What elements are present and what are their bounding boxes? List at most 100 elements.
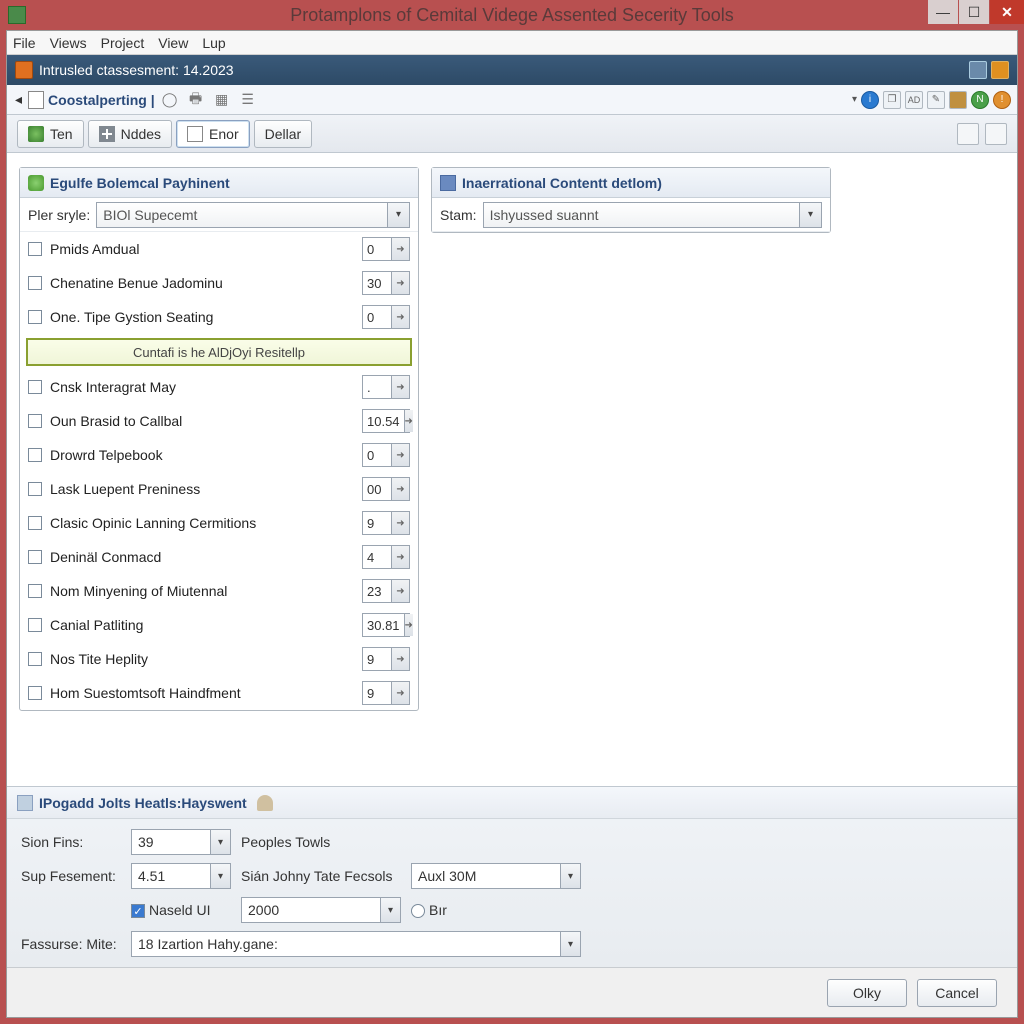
checkbox-icon[interactable] [28, 618, 42, 632]
cancel-button[interactable]: Cancel [917, 979, 997, 1007]
aux-combo[interactable]: Auxl 30M▾ [411, 863, 581, 889]
checkbox-icon[interactable] [28, 516, 42, 530]
menu-project[interactable]: Project [101, 35, 145, 51]
spinner-arrow-icon[interactable]: ➜ [391, 444, 409, 466]
bluestrip-btn-1[interactable] [969, 61, 987, 79]
spinner-arrow-icon[interactable]: ➜ [404, 410, 413, 432]
naseld-checkbox-wrap[interactable]: ✓Naseld UI [131, 902, 231, 918]
chevron-down-icon[interactable]: ▾ [210, 830, 230, 854]
naseld-combo[interactable]: 2000▾ [241, 897, 401, 923]
sip-label: Sup Fesement: [21, 868, 121, 884]
item-spinner[interactable]: 0➜ [362, 305, 410, 329]
crumb-tool-4[interactable]: ☰ [237, 89, 259, 111]
spinner-arrow-icon[interactable]: ➜ [391, 648, 409, 670]
stam-combo[interactable]: Ishyussed suannt ▾ [483, 202, 822, 228]
style-combo[interactable]: BIOl Supecemt ▾ [96, 202, 410, 228]
bottom-form: Sion Fins: 39▾ Peoples Towls Sup Fesemen… [7, 819, 1017, 967]
page-icon[interactable]: ❐ [883, 91, 901, 109]
ad-icon[interactable]: AD [905, 91, 923, 109]
menubar: File Views Project View Lup [7, 31, 1017, 55]
green-status-icon[interactable]: N [971, 91, 989, 109]
radio-icon[interactable] [411, 904, 425, 918]
item-spinner[interactable]: 0➜ [362, 237, 410, 261]
checkbox-icon[interactable]: ✓ [131, 904, 145, 918]
chevron-down-icon[interactable]: ▾ [799, 203, 821, 227]
item-spinner[interactable]: 23➜ [362, 579, 410, 603]
checkbox-icon[interactable] [28, 686, 42, 700]
style-value: BIOl Supecemt [103, 207, 197, 223]
spinner-arrow-icon[interactable]: ➜ [391, 580, 409, 602]
tabbar-tool-1[interactable] [957, 123, 979, 145]
minimize-button[interactable]: — [928, 0, 958, 24]
checkbox-icon[interactable] [28, 652, 42, 666]
item-value: 4 [363, 550, 391, 565]
crumb-tool-3[interactable]: ▦ [211, 89, 233, 111]
spinner-arrow-icon[interactable]: ➜ [391, 272, 409, 294]
item-spinner[interactable]: 9➜ [362, 681, 410, 705]
item-spinner[interactable]: 9➜ [362, 647, 410, 671]
checkbox-icon[interactable] [28, 414, 42, 428]
sip-combo[interactable]: 4.51▾ [131, 863, 231, 889]
item-spinner[interactable]: .➜ [362, 375, 410, 399]
menu-view[interactable]: View [158, 35, 188, 51]
checkbox-icon[interactable] [28, 482, 42, 496]
checkbox-icon[interactable] [28, 276, 42, 290]
list-item: Hom Suestomtsoft Haindfment9➜ [20, 676, 418, 710]
close-button[interactable]: ✕ [990, 0, 1024, 24]
checkbox-icon[interactable] [28, 310, 42, 324]
spinner-arrow-icon[interactable]: ➜ [391, 512, 409, 534]
chevron-down-icon[interactable]: ▾ [380, 898, 400, 922]
left-panel-title: Egulfe Bolemcal Payhinent [50, 175, 230, 191]
highlight-row[interactable]: Cuntafi is he AlDjOyi Resitellp [26, 338, 412, 366]
chevron-down-icon[interactable]: ▾ [560, 932, 580, 956]
orange-status-icon[interactable]: ! [993, 91, 1011, 109]
ok-button[interactable]: Olky [827, 979, 907, 1007]
list-item: Deninäl Conmacd4➜ [20, 540, 418, 574]
tab-enor[interactable]: Enor [176, 120, 250, 148]
checkbox-icon[interactable] [28, 550, 42, 564]
tab-nddes[interactable]: Nddes [88, 120, 172, 148]
checkbox-icon[interactable] [28, 584, 42, 598]
tab-dellar[interactable]: Dellar [254, 120, 313, 148]
item-spinner[interactable]: 10.54➜ [362, 409, 410, 433]
spinner-arrow-icon[interactable]: ➜ [404, 614, 413, 636]
tabbar-tool-2[interactable] [985, 123, 1007, 145]
bottom-icon [17, 795, 33, 811]
spinner-arrow-icon[interactable]: ➜ [391, 682, 409, 704]
spinner-arrow-icon[interactable]: ➜ [391, 306, 409, 328]
spinner-arrow-icon[interactable]: ➜ [391, 376, 409, 398]
spinner-arrow-icon[interactable]: ➜ [391, 546, 409, 568]
item-spinner[interactable]: 00➜ [362, 477, 410, 501]
item-spinner[interactable]: 0➜ [362, 443, 410, 467]
crumb-tool-1[interactable]: ◯ [159, 89, 181, 111]
menu-file[interactable]: File [13, 35, 36, 51]
spinner-arrow-icon[interactable]: ➜ [391, 478, 409, 500]
list-item: Nom Minyening of Miutennal23➜ [20, 574, 418, 608]
maximize-button[interactable]: ☐ [959, 0, 989, 24]
bluestrip-btn-2[interactable] [991, 61, 1009, 79]
item-spinner[interactable]: 9➜ [362, 511, 410, 535]
sionfins-combo[interactable]: 39▾ [131, 829, 231, 855]
menu-views[interactable]: Views [50, 35, 87, 51]
checkbox-icon[interactable] [28, 448, 42, 462]
chevron-down-icon[interactable]: ▾ [560, 864, 580, 888]
crumb-tool-2[interactable]: 🖶 [185, 89, 207, 111]
checkbox-icon[interactable] [28, 242, 42, 256]
menu-lup[interactable]: Lup [202, 35, 225, 51]
item-spinner[interactable]: 4➜ [362, 545, 410, 569]
spinner-arrow-icon[interactable]: ➜ [391, 238, 409, 260]
checkbox-icon[interactable] [28, 380, 42, 394]
breadcrumb-label[interactable]: Coostalperting | [48, 92, 155, 108]
folder-icon[interactable] [949, 91, 967, 109]
edit-icon[interactable]: ✎ [927, 91, 945, 109]
tab-ten[interactable]: Ten [17, 120, 84, 148]
chevron-down-icon[interactable]: ▾ [387, 203, 409, 227]
item-spinner[interactable]: 30➜ [362, 271, 410, 295]
item-spinner[interactable]: 30.81➜ [362, 613, 410, 637]
back-arrow-icon[interactable]: ◂ [13, 91, 24, 108]
info-icon[interactable]: i [861, 91, 879, 109]
fassure-combo[interactable]: 18 Izartion Hahy.gane:▾ [131, 931, 581, 957]
crumb-dropdown-icon[interactable]: ▾ [852, 94, 857, 105]
bar-radio-wrap[interactable]: Bır [411, 902, 581, 918]
chevron-down-icon[interactable]: ▾ [210, 864, 230, 888]
